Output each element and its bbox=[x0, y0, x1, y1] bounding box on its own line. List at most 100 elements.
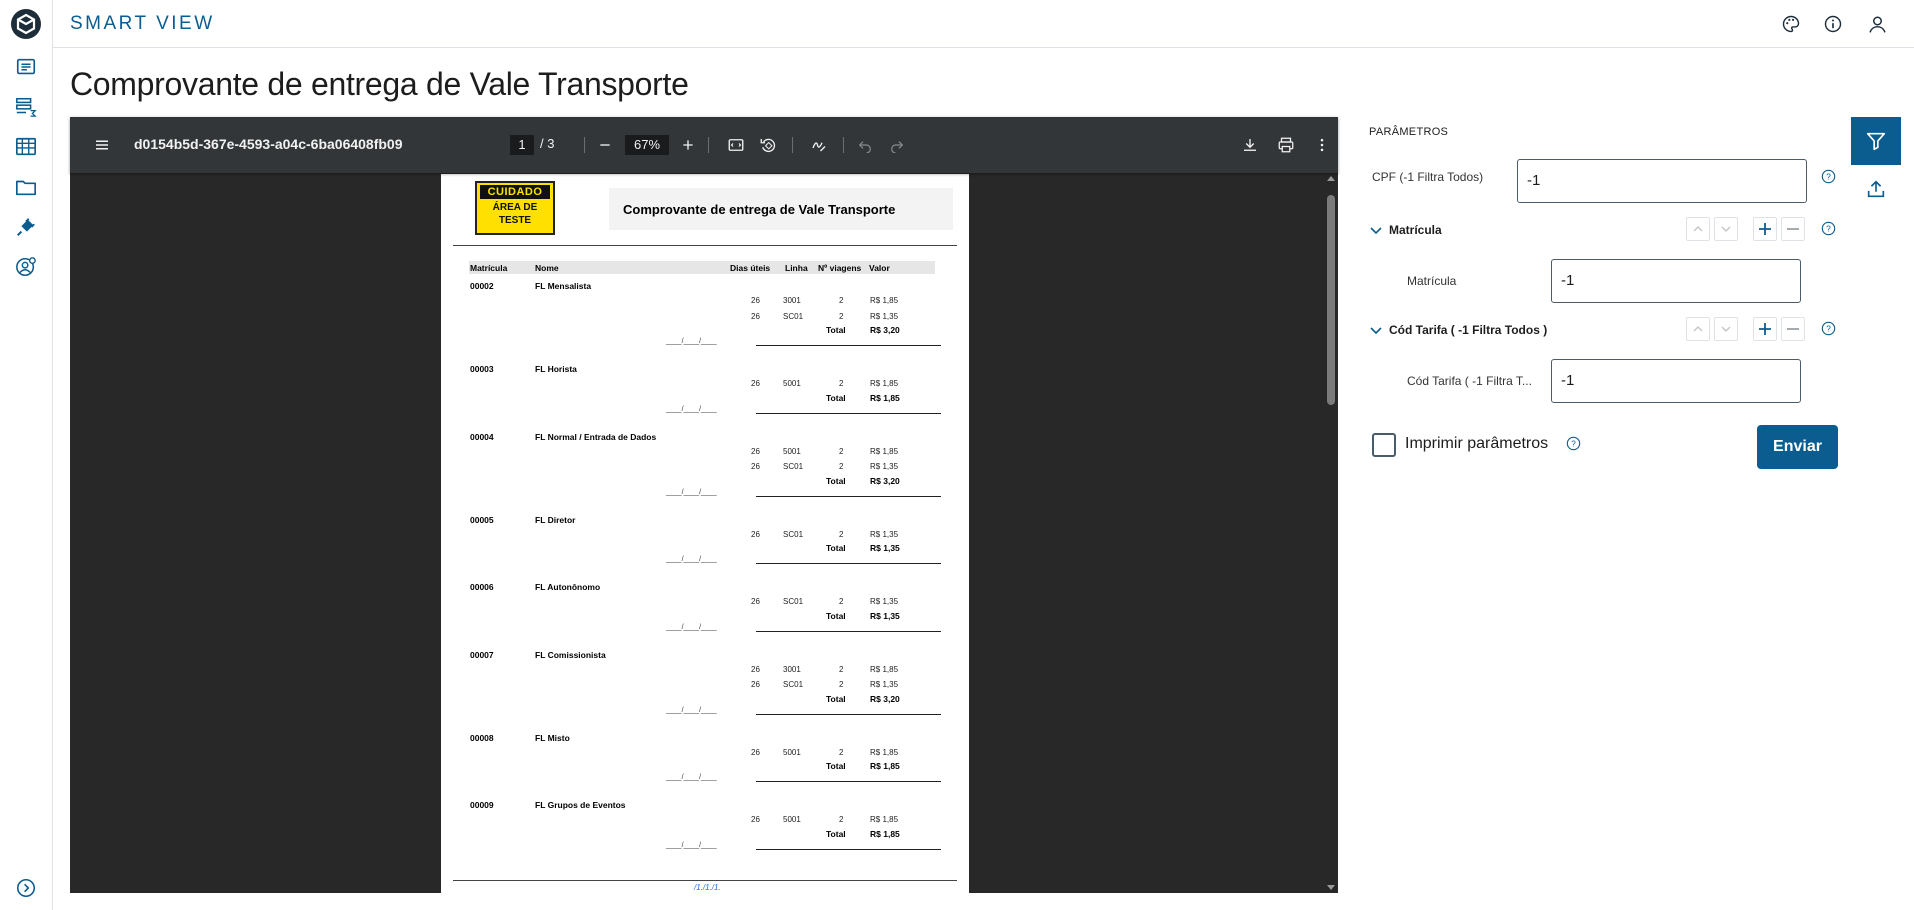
report-title-box: Comprovante de entrega de Vale Transport… bbox=[609, 188, 953, 230]
zoom-out-button[interactable] bbox=[593, 133, 617, 157]
cell-valor: R$ 1,85 bbox=[870, 446, 899, 456]
chevron-down-icon[interactable] bbox=[1369, 323, 1383, 337]
pdf-viewer: d0154b5d-367e-4593-a04c-6ba06408fb09 1 /… bbox=[70, 117, 1338, 894]
signature-date: ____/____/____ bbox=[666, 623, 717, 631]
remove-value-button[interactable] bbox=[1781, 317, 1805, 341]
pdf-menu-button[interactable] bbox=[90, 133, 114, 157]
palette-icon bbox=[1782, 15, 1800, 33]
add-value-button[interactable] bbox=[1753, 217, 1777, 241]
total-label: Total bbox=[826, 325, 846, 335]
employee-name: FL Misto bbox=[535, 732, 570, 743]
zoom-level-input[interactable]: 67% bbox=[625, 135, 669, 155]
sidebar-item-tables[interactable] bbox=[10, 131, 42, 163]
col-dias-uteis: Dias úteis bbox=[730, 263, 771, 273]
chevron-up-icon bbox=[1693, 326, 1703, 332]
annotate-button[interactable] bbox=[807, 133, 831, 157]
move-up-button[interactable] bbox=[1686, 317, 1710, 341]
total-label: Total bbox=[826, 828, 846, 839]
total-value: R$ 1,85 bbox=[870, 828, 900, 839]
move-down-button[interactable] bbox=[1714, 217, 1738, 241]
pdf-scroll-thumb[interactable] bbox=[1327, 195, 1335, 405]
cod-tarifa-input[interactable]: -1 bbox=[1551, 359, 1801, 403]
chevron-down-icon bbox=[1721, 326, 1731, 332]
warning-text-line2: ÁREA DE bbox=[492, 202, 538, 213]
signature-date: ____/____/____ bbox=[666, 706, 717, 714]
employee-name: FL Grupos de Eventos bbox=[535, 800, 626, 810]
zoom-in-button[interactable] bbox=[676, 133, 700, 157]
total-value: R$ 1,35 bbox=[870, 610, 900, 621]
group-cod-tarifa-title: Cód Tarifa ( -1 Filtra Todos ) bbox=[1389, 323, 1548, 337]
group-matricula-title: Matrícula bbox=[1389, 223, 1442, 237]
print-params-checkbox[interactable] bbox=[1372, 433, 1396, 457]
total-label: Total bbox=[826, 610, 846, 621]
cell-viagens: 2 bbox=[839, 446, 844, 456]
add-value-button[interactable] bbox=[1753, 317, 1777, 341]
cell-valor: R$ 1,35 bbox=[870, 597, 899, 606]
cell-viagens: 2 bbox=[839, 664, 844, 674]
fit-page-button[interactable] bbox=[724, 133, 748, 157]
undo-button[interactable] bbox=[853, 133, 877, 157]
print-params-label: Imprimir parâmetros bbox=[1405, 435, 1549, 452]
sidebar-item-user-settings[interactable] bbox=[10, 251, 42, 283]
redo-icon bbox=[891, 141, 904, 153]
cell-viagens: 2 bbox=[839, 311, 844, 321]
move-up-button[interactable] bbox=[1686, 217, 1710, 241]
pdf-document-name: d0154b5d-367e-4593-a04c-6ba06408fb09 bbox=[134, 136, 403, 152]
move-down-button[interactable] bbox=[1714, 317, 1738, 341]
cpf-input[interactable]: -1 bbox=[1517, 159, 1807, 203]
pdf-canvas[interactable]: CUIDADO ÁREA DE TESTE Comprovante de ent… bbox=[70, 173, 1338, 894]
sidebar-expand-button[interactable] bbox=[10, 872, 42, 904]
matricula-field-label: Matrícula bbox=[1407, 274, 1457, 288]
cell-linha: 5001 bbox=[783, 379, 801, 388]
toolbar-divider bbox=[584, 137, 585, 153]
cell-linha: 5001 bbox=[783, 747, 801, 757]
help-icon[interactable]: ? bbox=[1821, 221, 1836, 236]
cell-valor: R$ 1,85 bbox=[870, 379, 899, 388]
export-button[interactable] bbox=[1851, 165, 1901, 213]
total-value: R$ 1,85 bbox=[870, 392, 900, 403]
download-button[interactable] bbox=[1238, 133, 1262, 157]
employee-name: FL Autonônomo bbox=[535, 582, 601, 592]
remove-value-button[interactable] bbox=[1781, 217, 1805, 241]
warning-stamp: CUIDADO ÁREA DE TESTE bbox=[475, 181, 555, 235]
parameters-title: PARÂMETROS bbox=[1369, 126, 1449, 138]
redo-button[interactable] bbox=[885, 133, 909, 157]
filter-icon bbox=[1866, 132, 1886, 151]
sidebar-item-reports[interactable] bbox=[10, 51, 42, 83]
cell-linha: 3001 bbox=[783, 296, 801, 305]
user-profile-button[interactable] bbox=[1865, 12, 1889, 36]
pdf-page: CUIDADO ÁREA DE TESTE Comprovante de ent… bbox=[441, 174, 969, 894]
sidebar-item-data-views[interactable] bbox=[10, 91, 42, 123]
help-icon[interactable]: ? bbox=[1821, 321, 1836, 336]
send-button[interactable]: Enviar bbox=[1757, 425, 1838, 469]
matricula-input[interactable]: -1 bbox=[1551, 259, 1801, 303]
total-label: Total bbox=[826, 761, 846, 771]
brand-title: SMART VIEW bbox=[70, 13, 215, 34]
cell-linha: SC01 bbox=[783, 680, 804, 689]
cell-dias: 26 bbox=[751, 311, 760, 321]
pdf-scrollbar[interactable] bbox=[1324, 173, 1338, 893]
help-icon[interactable]: ? bbox=[1821, 169, 1836, 184]
help-icon[interactable]: ? bbox=[1566, 436, 1581, 451]
employee-matricula: 00007 bbox=[470, 649, 494, 660]
sidebar-item-folders[interactable] bbox=[10, 171, 42, 203]
more-options-button[interactable] bbox=[1310, 133, 1334, 157]
chevron-down-icon[interactable] bbox=[1369, 223, 1383, 237]
cell-valor: R$ 1,85 bbox=[870, 664, 899, 674]
filter-panel-button[interactable] bbox=[1851, 117, 1901, 165]
cell-valor: R$ 1,35 bbox=[870, 462, 899, 471]
sidebar-item-integrations[interactable] bbox=[10, 211, 42, 243]
cell-viagens: 2 bbox=[839, 296, 844, 305]
page-title: Comprovante de entrega de Vale Transport… bbox=[70, 66, 689, 102]
theme-button[interactable] bbox=[1779, 12, 1803, 36]
total-value: R$ 3,20 bbox=[870, 693, 900, 704]
signature-date: ____/____/____ bbox=[666, 841, 717, 849]
plus-icon bbox=[1759, 323, 1771, 335]
info-button[interactable] bbox=[1821, 12, 1845, 36]
rotate-button[interactable] bbox=[756, 133, 780, 157]
app-logo-icon[interactable] bbox=[10, 8, 42, 40]
cell-dias: 26 bbox=[751, 446, 760, 456]
signature-line bbox=[756, 412, 941, 414]
page-number-input[interactable]: 1 bbox=[510, 135, 534, 155]
print-button[interactable] bbox=[1274, 133, 1298, 157]
